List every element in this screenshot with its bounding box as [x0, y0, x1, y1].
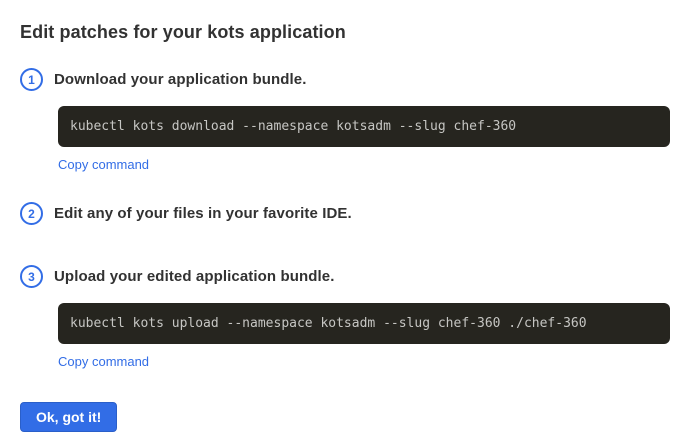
step-3-body: kubectl kots upload --namespace kotsadm … [58, 303, 670, 371]
step-3-number-badge: 3 [20, 265, 43, 288]
edit-patches-panel: Edit patches for your kots application 1… [0, 0, 690, 432]
spacer [20, 174, 670, 202]
copy-download-command-link[interactable]: Copy command [58, 157, 149, 172]
page-title: Edit patches for your kots application [20, 22, 670, 43]
step-1-number-badge: 1 [20, 68, 43, 91]
download-command-code-block: kubectl kots download --namespace kotsad… [58, 106, 670, 147]
step-1: 1 Download your application bundle. kube… [20, 68, 670, 174]
step-3-header: 3 Upload your edited application bundle. [20, 265, 670, 288]
step-2-header: 2 Edit any of your files in your favorit… [20, 202, 670, 225]
step-1-header: 1 Download your application bundle. [20, 68, 670, 91]
step-2-heading: Edit any of your files in your favorite … [54, 205, 352, 222]
step-3-heading: Upload your edited application bundle. [54, 268, 334, 285]
step-2: 2 Edit any of your files in your favorit… [20, 202, 670, 225]
ok-got-it-button[interactable]: Ok, got it! [20, 402, 117, 432]
step-1-heading: Download your application bundle. [54, 71, 306, 88]
copy-upload-command-link[interactable]: Copy command [58, 354, 149, 369]
step-2-number-badge: 2 [20, 202, 43, 225]
upload-command-code-block: kubectl kots upload --namespace kotsadm … [58, 303, 670, 344]
step-1-body: kubectl kots download --namespace kotsad… [58, 106, 670, 174]
step-3: 3 Upload your edited application bundle.… [20, 265, 670, 371]
spacer [20, 225, 670, 265]
